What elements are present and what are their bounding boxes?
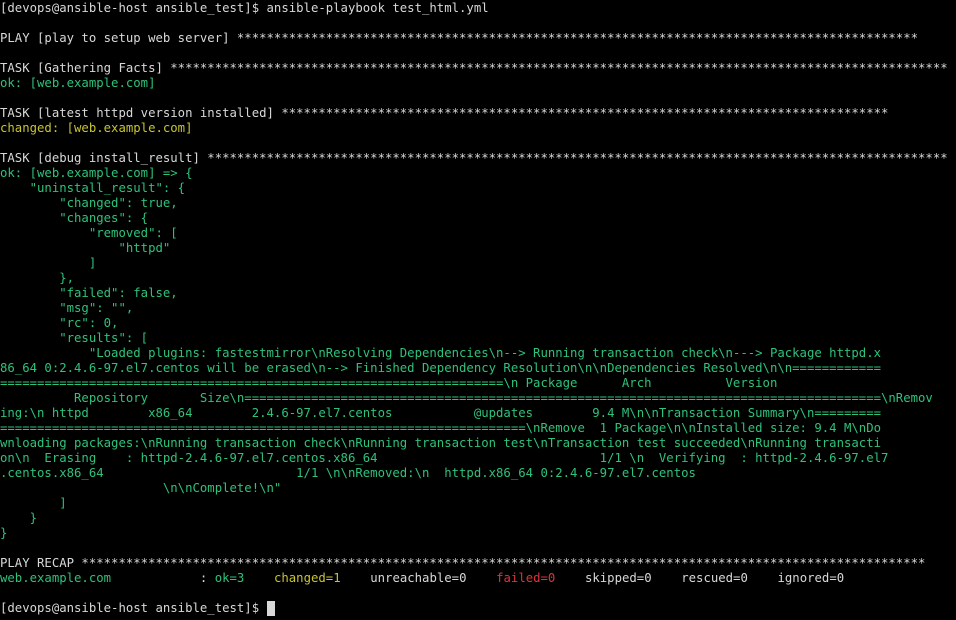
- debug-output-line: "Loaded plugins: fastestmirror\nResolvin…: [0, 346, 881, 360]
- debug-output-line: wnloading packages:\nRunning transaction…: [0, 436, 881, 450]
- play-recap-header: PLAY RECAP *****************************…: [0, 556, 926, 570]
- task-header-debug: TASK [debug install_result] ************…: [0, 151, 948, 165]
- debug-output-line: ing:\n httpd x86_64 2.4.6-97.el7.centos …: [0, 406, 881, 420]
- debug-output-line: ========================================…: [0, 421, 881, 435]
- debug-output-line: on\n Erasing : httpd-2.4.6-97.el7.centos…: [0, 451, 889, 465]
- debug-output-line: }: [0, 511, 38, 525]
- debug-output-line: ========================================…: [0, 376, 778, 390]
- task-header-gathering-facts: TASK [Gathering Facts] *****************…: [0, 61, 948, 75]
- shell-prompt: [devops@ansible-host ansible_test]$: [0, 601, 267, 615]
- debug-output-line: "failed": false,: [0, 286, 178, 300]
- text-cursor: [266, 601, 275, 616]
- debug-output-line: 86_64 0:2.4.6-97.el7.centos will be eras…: [0, 361, 881, 375]
- debug-output-line: ok: [web.example.com] => {: [0, 166, 193, 180]
- recap-unreachable-count: unreachable=0: [370, 571, 467, 585]
- recap-changed-count: changed=1: [273, 571, 341, 585]
- debug-output-line: "removed": [: [0, 226, 178, 240]
- recap-skipped-count: skipped=0: [584, 571, 652, 585]
- debug-output-line: "httpd": [0, 241, 171, 255]
- recap-separator: :: [111, 571, 215, 585]
- debug-output-line: ]: [0, 256, 97, 270]
- debug-output-line: },: [0, 271, 75, 285]
- play-recap-summary: web.example.com : ok=3 changed=1 unreach…: [0, 571, 956, 586]
- task-header-httpd-installed: TASK [latest httpd version installed] **…: [0, 106, 889, 120]
- play-header: PLAY [play to setup web server] ********…: [0, 31, 919, 45]
- recap-host: web.example.com: [0, 571, 112, 585]
- task-result-ok: ok: [web.example.com]: [0, 76, 156, 90]
- debug-output-line: "changed": true,: [0, 196, 178, 210]
- terminal-window[interactable]: [devops@ansible-host ansible_test]$ ansi…: [0, 0, 956, 620]
- recap-ok-count: ok=3: [214, 571, 245, 585]
- terminal-output: [devops@ansible-host ansible_test]$ ansi…: [0, 0, 956, 616]
- debug-output-line: ]: [0, 496, 67, 510]
- debug-output-line: }: [0, 526, 8, 540]
- task-result-changed: changed: [web.example.com]: [0, 121, 193, 135]
- debug-output-line: "rc": 0,: [0, 316, 119, 330]
- debug-output-line: .centos.x86_64 1/1 \n\nRemoved:\n httpd.…: [0, 466, 696, 480]
- debug-output-line: "results": [: [0, 331, 149, 345]
- command-prompt-line: [devops@ansible-host ansible_test]$ ansi…: [0, 1, 489, 15]
- debug-output-line: "msg": "",: [0, 301, 134, 315]
- debug-output-line: Repository Size\n=======================…: [0, 391, 933, 405]
- debug-output-line: "uninstall_result": {: [0, 181, 186, 195]
- recap-ignored-count: ignored=0: [777, 571, 845, 585]
- debug-output-line: "changes": {: [0, 211, 149, 225]
- debug-output-line: \n\nComplete!\n": [0, 481, 282, 495]
- recap-failed-count: failed=0: [496, 571, 556, 585]
- shell-prompt-line[interactable]: [devops@ansible-host ansible_test]$: [0, 601, 956, 616]
- recap-rescued-count: rescued=0: [681, 571, 748, 585]
